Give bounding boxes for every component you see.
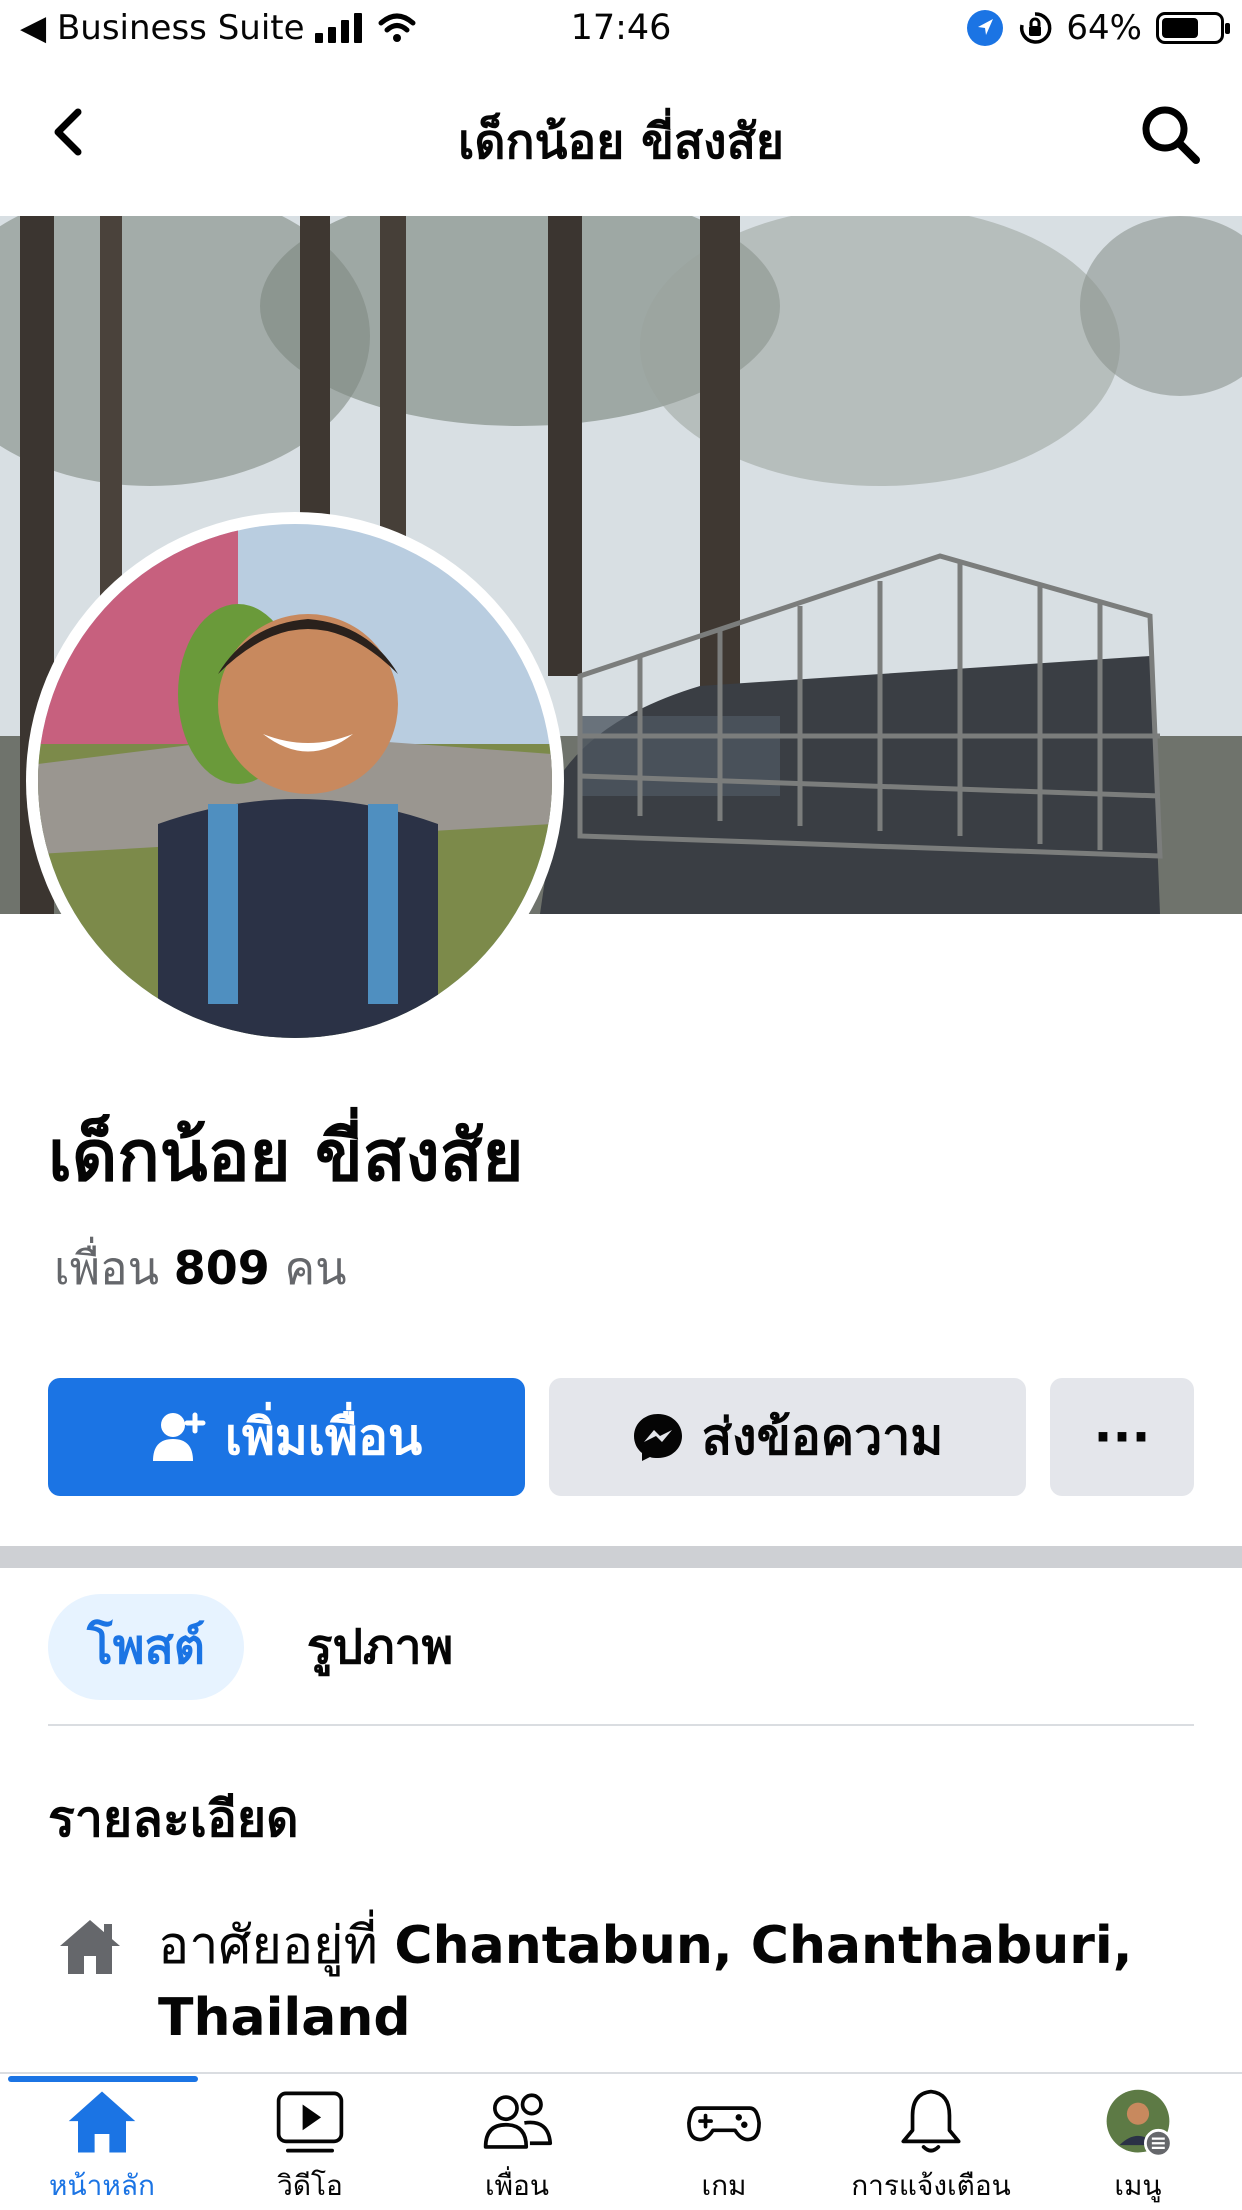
lives-in-prefix: อาศัยอยู่ที่ xyxy=(158,1916,378,1976)
menu-avatar-icon xyxy=(1106,2089,1173,2158)
tabbar-menu-label: เมนู xyxy=(1114,2169,1162,2202)
top-navigation: เด็กน้อย ขี่สงสัย xyxy=(0,62,1242,214)
rotation-lock-icon xyxy=(1020,12,1052,44)
details-heading: รายละเอียด xyxy=(48,1790,299,1848)
video-icon xyxy=(276,2091,344,2153)
friends-count-line[interactable]: เพื่อน 809 คน xyxy=(54,1232,347,1305)
status-bar: ◀ Business Suite 17:46 64% xyxy=(0,0,1242,62)
tabbar-friends-label: เพื่อน xyxy=(485,2169,549,2202)
more-options-icon: ··· xyxy=(1093,1408,1151,1466)
location-arrow-icon xyxy=(967,10,1004,46)
tabbar-home-label: หน้าหลัก xyxy=(49,2169,155,2202)
more-options-button[interactable]: ··· xyxy=(1050,1378,1194,1496)
battery-percent: 64% xyxy=(1066,8,1142,48)
active-tab-indicator xyxy=(8,2076,198,2082)
page-title: เด็กน้อย ขี่สงสัย xyxy=(457,114,785,170)
avatar-photo xyxy=(38,524,552,1038)
tabbar-notifications-label: การแจ้งเตือน xyxy=(851,2169,1011,2202)
tabbar-video[interactable]: วิดีโอ xyxy=(210,2086,410,2208)
search-icon[interactable] xyxy=(1138,102,1202,166)
tab-photos[interactable]: รูปภาพ xyxy=(270,1594,490,1700)
status-right: 64% xyxy=(966,8,1230,48)
bell-icon xyxy=(901,2089,961,2153)
add-friend-icon xyxy=(152,1412,206,1461)
battery-icon xyxy=(1156,12,1230,44)
friends-prefix: เพื่อน xyxy=(54,1241,160,1295)
profile-name: เด็กน้อย ขี่สงสัย xyxy=(48,1115,524,1197)
friends-count: 809 xyxy=(173,1241,270,1295)
add-friend-label: เพิ่มเพื่อน xyxy=(224,1407,423,1466)
tab-posts[interactable]: โพสต์ xyxy=(48,1594,244,1700)
tabs-divider xyxy=(48,1724,1194,1726)
gaming-icon xyxy=(687,2106,761,2142)
messenger-icon xyxy=(633,1414,682,1461)
tabbar-notifications[interactable]: การแจ้งเตือน xyxy=(831,2086,1031,2208)
tabbar-video-label: วิดีโอ xyxy=(277,2169,343,2202)
home-icon xyxy=(68,2091,136,2153)
add-friend-button[interactable]: เพิ่มเพื่อน xyxy=(48,1378,525,1496)
section-divider xyxy=(0,1546,1242,1568)
friends-icon xyxy=(483,2093,553,2149)
message-button[interactable]: ส่งข้อความ xyxy=(549,1378,1026,1496)
friends-suffix: คน xyxy=(284,1241,347,1295)
message-label: ส่งข้อความ xyxy=(701,1407,944,1466)
tabbar-home[interactable]: หน้าหลัก xyxy=(2,2086,202,2208)
profile-avatar[interactable] xyxy=(38,524,552,1038)
home-icon xyxy=(60,1920,120,1974)
tabbar-gaming[interactable]: เกม xyxy=(624,2086,824,2208)
tabbar-gaming-label: เกม xyxy=(701,2169,747,2202)
tabbar-menu[interactable]: เมนู xyxy=(1038,2086,1238,2208)
tabbar-friends[interactable]: เพื่อน xyxy=(417,2086,617,2208)
lives-in-text: อาศัยอยู่ที่ Chantabun, Chanthaburi, Tha… xyxy=(158,1910,1194,2054)
